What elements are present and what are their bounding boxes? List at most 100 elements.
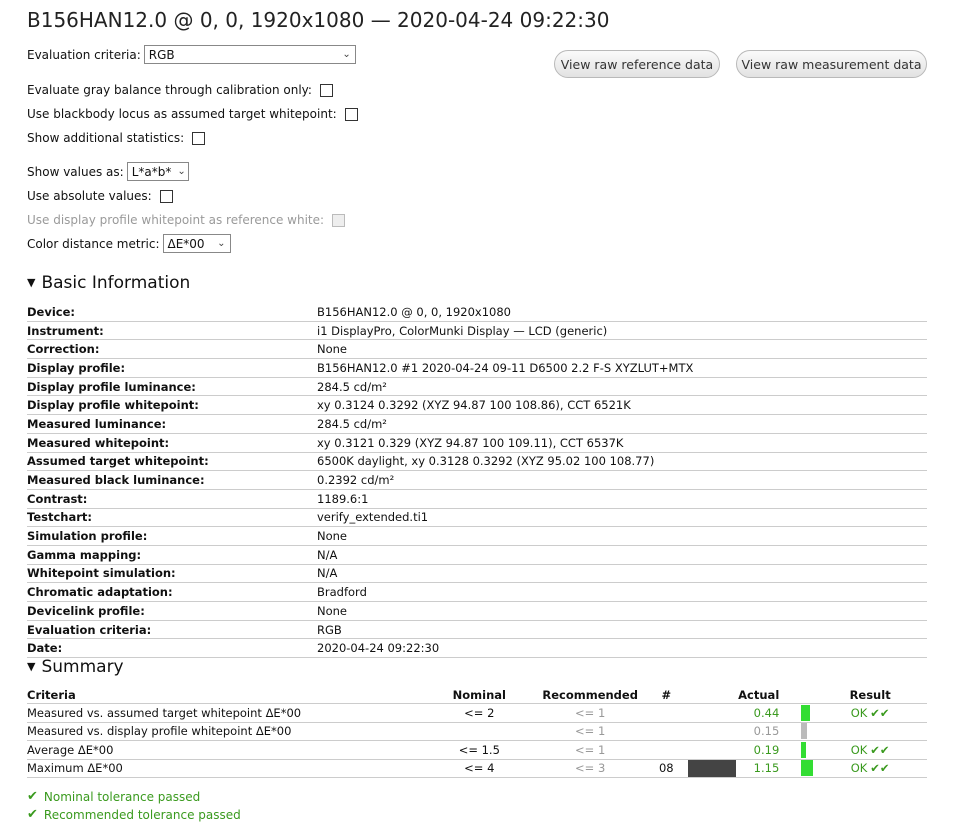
evaluation-criteria-label: Evaluation criteria: [27, 47, 141, 62]
info-key: Chromatic adaptation: [27, 582, 317, 602]
summary-recommended: <= 1 [523, 740, 657, 760]
summary-row: Average ΔE*00 <= 1.5 <= 1 0.19 OK ✔✔ [27, 740, 927, 760]
checkmark-icon: ✔✔ [870, 705, 890, 720]
info-row: Gamma mapping: N/A [27, 545, 927, 565]
basic-info-heading[interactable]: ▼ Basic Information [27, 273, 190, 293]
info-value: B156HAN12.0 @ 0, 0, 1920x1080 [317, 303, 927, 322]
chevron-down-icon: ⌄ [177, 166, 186, 177]
info-key: Testchart: [27, 508, 317, 528]
info-row: Correction: None [27, 339, 927, 360]
nominal-passed-text: Nominal tolerance passed [43, 789, 201, 804]
summary-result [813, 722, 927, 741]
info-row: Measured whitepoint: xy 0.3121 0.329 (XYZ… [27, 433, 927, 453]
summary-row: Maximum ΔE*00 <= 4 <= 3 08 1.15 OK ✔✔ [27, 759, 927, 778]
info-value: N/A [317, 564, 927, 584]
info-value: xy 0.3121 0.329 (XYZ 94.87 100 109.11), … [317, 433, 927, 453]
summary-result: OK ✔✔ [813, 759, 927, 778]
view-raw-reference-button[interactable]: View raw reference data [554, 50, 720, 78]
info-value: verify_extended.ti1 [317, 508, 927, 528]
info-key: Display profile whitepoint: [27, 395, 317, 416]
info-row: Display profile whitepoint: xy 0.3124 0.3… [27, 395, 927, 416]
info-row: Measured luminance: 284.5 cd/m² [27, 414, 927, 434]
number-header: # [656, 686, 677, 704]
summary-criteria: Average ΔE*00 [27, 740, 435, 760]
info-key: Simulation profile: [27, 526, 317, 546]
info-key: Display profile: [27, 358, 317, 378]
nominal-passed-row: ✔ Nominal tolerance passed [27, 789, 200, 804]
info-row: Date: 2020-04-24 09:22:30 [27, 638, 927, 659]
summary-nominal [434, 722, 524, 741]
info-key: Correction: [27, 339, 317, 360]
info-value: 2020-04-24 09:22:30 [317, 638, 927, 659]
info-value: 284.5 cd/m² [317, 377, 927, 397]
info-row: Whitepoint simulation: N/A [27, 564, 927, 584]
gray-balance-checkbox[interactable] [319, 83, 333, 97]
info-value: B156HAN12.0 #1 2020-04-24 09-11 D6500 2.… [317, 358, 927, 378]
blackbody-row: Use blackbody locus as assumed target wh… [27, 107, 358, 121]
profile-white-row: Use display profile whitepoint as refere… [27, 213, 346, 227]
summary-actual: 0.44 [738, 703, 780, 723]
info-row: Chromatic adaptation: Bradford [27, 582, 927, 602]
info-row: Simulation profile: None [27, 526, 927, 546]
absolute-values-row: Use absolute values: [27, 189, 173, 203]
show-values-label: Show values as: [27, 164, 124, 179]
absolute-values-label: Use absolute values: [27, 189, 152, 203]
info-value: 6500K daylight, xy 0.3128 0.3292 (XYZ 95… [317, 452, 927, 472]
info-key: Evaluation criteria: [27, 620, 317, 640]
summary-bar-cell [779, 740, 814, 760]
distance-metric-label: Color distance metric: [27, 236, 160, 251]
basic-info-table: Device: B156HAN12.0 @ 0, 0, 1920x1080 Inst… [27, 303, 927, 659]
additional-stats-checkbox[interactable] [192, 131, 206, 145]
info-key: Date: [27, 638, 317, 659]
summary-number: 08 [656, 759, 677, 778]
distance-metric-select[interactable]: ΔE*00 ⌄ [162, 234, 231, 253]
info-row: Device: B156HAN12.0 @ 0, 0, 1920x1080 [27, 303, 927, 322]
summary-nominal: <= 4 [434, 759, 524, 778]
actual-bar [801, 741, 807, 758]
info-key: Whitepoint simulation: [27, 564, 317, 584]
info-value: None [317, 526, 927, 546]
gray-balance-row: Evaluate gray balance through calibratio… [27, 83, 333, 97]
info-key: Device: [27, 303, 317, 322]
info-value: None [317, 339, 927, 360]
info-key: Gamma mapping: [27, 545, 317, 565]
recommended-passed-text: Recommended tolerance passed [43, 807, 241, 822]
info-key: Instrument: [27, 321, 317, 341]
info-key: Measured whitepoint: [27, 433, 317, 453]
summary-actual: 0.19 [738, 740, 780, 760]
result-ok: OK [850, 761, 868, 776]
info-key: Display profile luminance: [27, 377, 317, 397]
summary-heading[interactable]: ▼ Summary [27, 657, 124, 677]
info-value: Bradford [317, 582, 927, 602]
evaluation-criteria-select[interactable]: RGB ⌄ [143, 45, 356, 64]
view-raw-measurement-button[interactable]: View raw measurement data [736, 50, 927, 78]
summary-number [656, 722, 677, 741]
additional-stats-label: Show additional statistics: [27, 131, 185, 145]
info-key: Contrast: [27, 489, 317, 509]
summary-actual: 0.15 [738, 722, 780, 741]
summary-actual: 1.15 [738, 759, 780, 778]
show-values-value: L*a*b* [131, 164, 172, 179]
info-value: xy 0.3124 0.3292 (XYZ 94.87 100 108.86),… [317, 395, 927, 416]
result-ok: OK [850, 705, 868, 720]
blackbody-checkbox[interactable] [344, 107, 358, 121]
info-row: Display profile luminance: 284.5 cd/m² [27, 377, 927, 397]
color-patch [688, 759, 737, 777]
chevron-down-icon: ⌄ [342, 49, 351, 60]
info-row: Contrast: 1189.6:1 [27, 489, 927, 509]
absolute-values-checkbox[interactable] [159, 189, 173, 203]
summary-patch [676, 703, 739, 723]
summary-number [656, 703, 677, 723]
summary-bar-cell [779, 759, 814, 778]
result-header: Result [813, 686, 927, 704]
report-title: B156HAN12.0 @ 0, 0, 1920x1080 — 2020-04-… [27, 8, 610, 32]
summary-patch [676, 722, 739, 741]
summary-bar-cell [779, 703, 814, 723]
info-key: Assumed target whitepoint: [27, 452, 317, 472]
info-value: RGB [317, 620, 927, 640]
checkmark-icon: ✔✔ [870, 761, 890, 776]
summary-criteria: Measured vs. assumed target whitepoint Δ… [27, 703, 435, 723]
show-values-select[interactable]: L*a*b* ⌄ [126, 162, 189, 181]
actual-bar [801, 760, 814, 777]
gray-balance-label: Evaluate gray balance through calibratio… [27, 83, 312, 97]
